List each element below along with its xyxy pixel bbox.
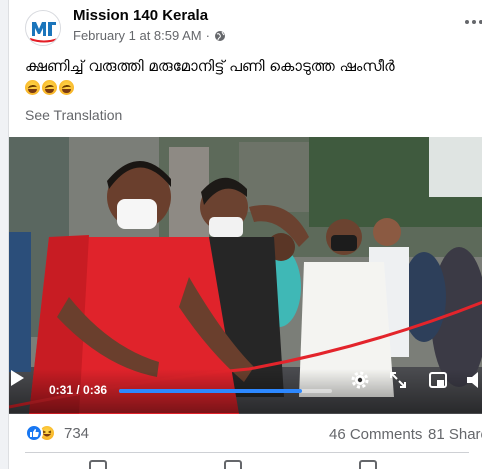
picture-in-picture-icon[interactable]	[427, 369, 449, 391]
rolling-on-floor-laughing-emoji	[59, 80, 74, 95]
post-emoji-row	[25, 80, 74, 95]
comments-count[interactable]: 46 Comments	[329, 426, 422, 443]
page-name[interactable]: Mission 140 Kerala	[73, 7, 208, 24]
post-date[interactable]: February 1 at 8:59 AM	[73, 28, 202, 43]
reactions-summary[interactable]: 734	[25, 424, 89, 442]
post-meta: February 1 at 8:59 AM ·	[73, 28, 226, 43]
like-button-icon[interactable]	[89, 460, 107, 469]
post-actions-row	[9, 454, 482, 469]
more-options-button[interactable]	[461, 14, 482, 30]
play-icon[interactable]	[9, 369, 25, 387]
post-card: Mission 140 Kerala February 1 at 8:59 AM…	[8, 0, 482, 469]
footer-divider	[25, 452, 469, 453]
comment-button-icon[interactable]	[224, 460, 242, 469]
page-avatar[interactable]	[25, 10, 61, 46]
rolling-on-floor-laughing-emoji	[42, 80, 57, 95]
video-controls: 0:31 / 0:36	[9, 369, 482, 413]
fullscreen-icon[interactable]	[387, 369, 409, 391]
video-progress-bar[interactable]	[119, 389, 332, 393]
see-translation-link[interactable]: See Translation	[25, 107, 122, 123]
reaction-count: 734	[64, 424, 90, 442]
volume-icon[interactable]	[465, 369, 482, 391]
post-text: ക്ഷണിച്ച് വരുത്തി മരുമോനിട്ട് പണി കൊടുത്…	[25, 57, 395, 75]
rolling-on-floor-laughing-emoji	[25, 80, 40, 95]
post-header: Mission 140 Kerala February 1 at 8:59 AM…	[9, 0, 482, 50]
more-horizontal-icon	[465, 20, 469, 24]
meta-separator: ·	[205, 28, 210, 43]
more-dot	[472, 20, 476, 24]
shares-count[interactable]: 81 Share	[428, 426, 482, 443]
video-time: 0:31 / 0:36	[49, 383, 108, 397]
post-footer: 734 46 Comments 81 Share	[9, 414, 482, 454]
share-button-icon[interactable]	[359, 460, 377, 469]
page-logo-icon	[27, 12, 60, 45]
like-reaction-icon	[25, 424, 43, 442]
video-player[interactable]: 0:31 / 0:36	[9, 137, 482, 414]
settings-gear-icon[interactable]	[349, 369, 371, 391]
globe-icon	[214, 30, 225, 41]
video-progress-fill	[119, 389, 303, 393]
